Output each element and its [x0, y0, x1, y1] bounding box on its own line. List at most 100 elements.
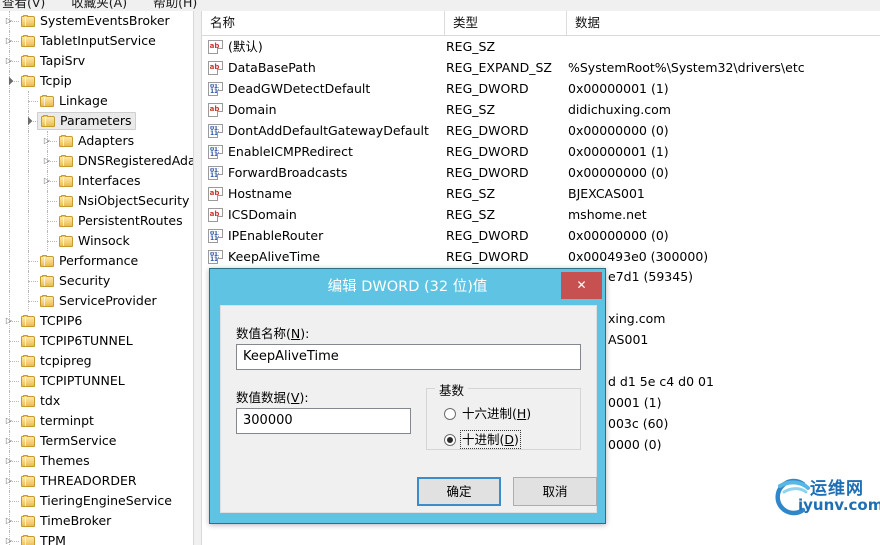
tree-expand-icon[interactable]: ▷ [4, 11, 14, 31]
tree-collapse-icon[interactable]: ◢ [17, 110, 38, 131]
tree-item-content[interactable]: ServiceProvider [37, 292, 160, 310]
cell-data-partial [608, 287, 878, 308]
column-header-type[interactable]: 类型 [445, 11, 567, 35]
tree-item-label: TimeBroker [40, 513, 112, 528]
menu-item-help[interactable]: 帮助(H) [153, 0, 197, 10]
tree-item-content[interactable]: Interfaces [56, 172, 143, 190]
tree-item-persistentroutes[interactable]: PersistentRoutes [0, 211, 193, 231]
tree-item-content[interactable]: TCPIPTUNNEL [18, 372, 128, 390]
tree-item-tcpiptunnel[interactable]: TCPIPTUNNEL [0, 371, 193, 391]
tree-expand-icon[interactable]: ▷ [4, 31, 14, 51]
table-row[interactable]: 011110 IPEnableRouter REG_DWORD 0x00000000 … [202, 225, 880, 246]
tree-item-content[interactable]: tcpipreg [18, 352, 95, 370]
tree-item-interfaces[interactable]: ▷ Interfaces [0, 171, 193, 191]
table-row[interactable]: ab Domain REG_SZ didichuxing.com [202, 99, 880, 120]
tree-expand-icon[interactable]: ▷ [4, 451, 14, 471]
tree-item-themes[interactable]: ▷ Themes [0, 451, 193, 471]
tree-item-label: TCPIP6TUNNEL [40, 333, 133, 348]
tree-item-tpm[interactable]: ▷ TPM [0, 531, 193, 545]
tree-item-tabletinputservice[interactable]: ▷ TabletInputService [0, 31, 193, 51]
tree-expand-icon[interactable]: ▷ [42, 151, 52, 171]
tree-guide-line [28, 211, 29, 231]
tree-item-content[interactable]: terminpt [18, 412, 97, 430]
table-row[interactable]: ab DataBasePath REG_EXPAND_SZ %SystemRoot%\… [202, 57, 880, 78]
table-row[interactable]: ab Hostname REG_SZ BJEXCAS001 [202, 183, 880, 204]
tree-item-content[interactable]: TimeBroker [18, 512, 114, 530]
ok-button[interactable]: 确定 [417, 477, 501, 506]
dword-value-icon: 011110 [208, 229, 223, 243]
tree-item-content[interactable]: THREADORDER [18, 472, 140, 490]
menu-item-view[interactable]: 查看(V) [2, 0, 45, 10]
tree-item-content[interactable]: Linkage [37, 92, 111, 110]
close-icon[interactable]: ✕ [561, 272, 602, 299]
tree-expand-icon[interactable]: ▷ [4, 511, 14, 531]
registry-key-tree[interactable]: ▷ SystemEventsBroker ▷ TabletInputService ▷ T… [0, 11, 194, 545]
radio-hexadecimal[interactable]: 十六进制(H) [444, 406, 531, 422]
tree-item-security[interactable]: Security [0, 271, 193, 291]
table-row[interactable]: 011110 DeadGWDetectDefault REG_DWORD 0x0000… [202, 78, 880, 99]
tree-expand-icon[interactable]: ▷ [4, 471, 14, 491]
tree-item-adapters[interactable]: ▷ Adapters [0, 131, 193, 151]
table-row[interactable]: ab ICSDomain REG_SZ mshome.net [202, 204, 880, 225]
tree-item-winsock[interactable]: Winsock [0, 231, 193, 251]
tree-item-serviceprovider[interactable]: ServiceProvider [0, 291, 193, 311]
tree-item-content[interactable]: TCPIP6TUNNEL [18, 332, 136, 350]
tree-item-tcpipreg[interactable]: tcpipreg [0, 351, 193, 371]
tree-item-parameters[interactable]: ◢ Parameters [0, 111, 193, 131]
tree-expand-icon[interactable]: ▷ [42, 131, 52, 151]
menu-item-favorites[interactable]: 收藏夹(A) [71, 0, 127, 10]
table-row[interactable]: 011110 EnableICMPRedirect REG_DWORD 0x00000… [202, 141, 880, 162]
tree-item-nsiobjectsecurity[interactable]: NsiObjectSecurity [0, 191, 193, 211]
tree-item-timebroker[interactable]: ▷ TimeBroker [0, 511, 193, 531]
table-row[interactable]: ab (默认) REG_SZ [202, 36, 880, 57]
cancel-button[interactable]: 取消 [513, 477, 597, 506]
table-row[interactable]: 011110 DontAddDefaultGatewayDefault REG_DW… [202, 120, 880, 141]
tree-item-content[interactable]: TCPIP6 [18, 312, 85, 330]
tree-item-content[interactable]: TapiSrv [18, 52, 88, 70]
tree-item-tcpip[interactable]: ◢ Tcpip [0, 71, 193, 91]
value-name-input[interactable]: KeepAliveTime [236, 344, 581, 370]
tree-item-content[interactable]: PersistentRoutes [56, 212, 186, 230]
tree-item-tcpip6tunnel[interactable]: TCPIP6TUNNEL [0, 331, 193, 351]
table-row[interactable]: 011110 KeepAliveTime REG_DWORD 0x000493e0 (… [202, 246, 880, 267]
tree-expand-icon[interactable]: ▷ [42, 171, 52, 191]
tree-expand-icon[interactable]: ▷ [4, 431, 14, 451]
tree-item-content[interactable]: TieringEngineService [18, 492, 175, 510]
tree-item-performance[interactable]: Performance [0, 251, 193, 271]
tree-item-tcpip6[interactable]: ▷ TCPIP6 [0, 311, 193, 331]
column-header-data[interactable]: 数据 [567, 11, 880, 35]
tree-item-content[interactable]: NsiObjectSecurity [56, 192, 192, 210]
tree-expand-icon[interactable]: ▷ [4, 531, 14, 545]
tree-item-content[interactable]: TPM [18, 532, 69, 545]
tree-item-termservice[interactable]: ▷ TermService [0, 431, 193, 451]
tree-item-linkage[interactable]: Linkage [0, 91, 193, 111]
tree-item-dnsregisteredada[interactable]: ▷ DNSRegisteredAda [0, 151, 193, 171]
tree-expand-icon[interactable]: ▷ [4, 411, 14, 431]
radio-decimal[interactable]: 十进制(D) [444, 430, 521, 449]
tree-item-content[interactable]: Tcpip [18, 72, 75, 90]
tree-item-content[interactable]: tdx [18, 392, 63, 410]
tree-item-content[interactable]: DNSRegisteredAda [56, 152, 193, 170]
tree-item-threadorder[interactable]: ▷ THREADORDER [0, 471, 193, 491]
tree-item-content[interactable]: Performance [37, 252, 141, 270]
tree-item-tdx[interactable]: tdx [0, 391, 193, 411]
tree-expand-icon[interactable]: ▷ [4, 311, 14, 331]
tree-item-content[interactable]: TermService [18, 432, 120, 450]
tree-item-content[interactable]: Parameters [37, 112, 136, 130]
tree-expand-icon[interactable]: ▷ [4, 51, 14, 71]
tree-item-content[interactable]: TabletInputService [18, 32, 159, 50]
table-row[interactable]: 011110 ForwardBroadcasts REG_DWORD 0x000000… [202, 162, 880, 183]
tree-item-systemeventsbroker[interactable]: ▷ SystemEventsBroker [0, 11, 193, 31]
tree-item-content[interactable]: SystemEventsBroker [18, 12, 173, 30]
tree-item-content[interactable]: Security [37, 272, 113, 290]
cell-data: 0x00000000 (0) [568, 165, 669, 180]
value-data-input[interactable]: 300000 [236, 408, 411, 434]
tree-item-content[interactable]: Adapters [56, 132, 137, 150]
cell-data: 0x00000000 (0) [568, 123, 669, 138]
tree-item-tapisrv[interactable]: ▷ TapiSrv [0, 51, 193, 71]
tree-item-content[interactable]: Winsock [56, 232, 133, 250]
tree-item-tieringengineservice[interactable]: TieringEngineService [0, 491, 193, 511]
tree-item-terminpt[interactable]: ▷ terminpt [0, 411, 193, 431]
column-header-name[interactable]: 名称 [202, 11, 445, 35]
tree-item-content[interactable]: Themes [18, 452, 93, 470]
